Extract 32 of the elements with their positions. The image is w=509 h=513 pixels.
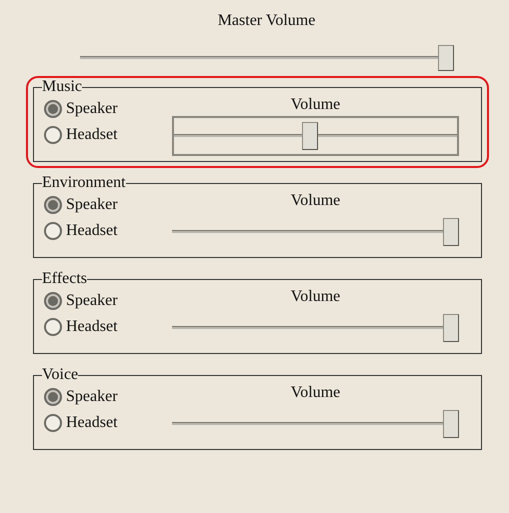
volume-slider[interactable] xyxy=(80,44,454,72)
radio-label[interactable]: Speaker xyxy=(66,388,118,406)
slider-thumb[interactable] xyxy=(443,314,459,342)
radio-label[interactable]: Headset xyxy=(66,414,118,432)
group-title: Effects xyxy=(42,270,88,288)
volume-label: Volume xyxy=(290,96,342,114)
group-title: Voice xyxy=(42,366,78,384)
slider-thumb[interactable] xyxy=(438,45,454,71)
radio-button[interactable] xyxy=(44,222,62,240)
radio-button[interactable] xyxy=(44,196,62,214)
radio-label[interactable]: Speaker xyxy=(66,196,118,214)
radio-button[interactable] xyxy=(44,126,62,144)
radio-button[interactable] xyxy=(44,318,62,336)
group-title: Music xyxy=(42,78,82,96)
master-volume-label: Master Volume xyxy=(218,12,316,30)
slider-thumb[interactable] xyxy=(443,410,459,438)
slider-thumb[interactable] xyxy=(443,218,459,246)
group-title: Environment xyxy=(42,174,126,192)
volume-label: Volume xyxy=(290,288,342,306)
radio-button[interactable] xyxy=(44,292,62,310)
radio-label[interactable]: Headset xyxy=(66,126,118,144)
radio-button[interactable] xyxy=(44,388,62,406)
radio-label[interactable]: Headset xyxy=(66,318,118,336)
slider-thumb[interactable] xyxy=(302,122,318,150)
volume-slider[interactable] xyxy=(172,116,459,156)
radio-button[interactable] xyxy=(44,414,62,432)
radio-label[interactable]: Speaker xyxy=(66,100,118,118)
volume-label: Volume xyxy=(290,192,342,210)
volume-label: Volume xyxy=(290,384,342,402)
radio-label[interactable]: Headset xyxy=(66,222,118,240)
radio-label[interactable]: Speaker xyxy=(66,292,118,310)
radio-button[interactable] xyxy=(44,100,62,118)
